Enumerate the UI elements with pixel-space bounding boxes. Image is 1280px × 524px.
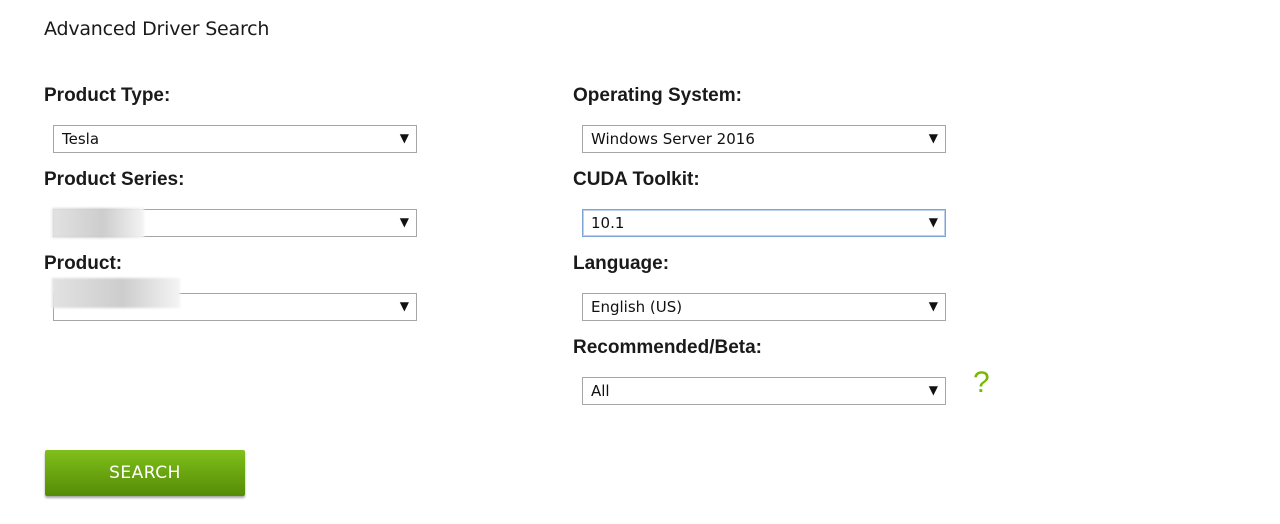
operating-system-select[interactable]: Windows Server 2016 ▼	[582, 125, 946, 153]
product-type-label: Product Type:	[44, 85, 171, 106]
product-type-select[interactable]: Tesla ▼	[53, 125, 417, 153]
chevron-down-icon: ▼	[399, 215, 409, 229]
cuda-toolkit-label: CUDA Toolkit:	[573, 169, 700, 190]
cuda-toolkit-value: 10.1	[591, 214, 625, 232]
chevron-down-icon: ▼	[399, 299, 409, 313]
product-series-select[interactable]: ▼	[52, 208, 417, 238]
language-select[interactable]: English (US) ▼	[582, 293, 946, 321]
chevron-down-icon: ▼	[928, 383, 938, 397]
chevron-down-icon: ▼	[399, 131, 409, 145]
language-label: Language:	[573, 253, 670, 274]
language-value: English (US)	[591, 298, 683, 316]
recommended-beta-select[interactable]: All ▼	[582, 377, 946, 405]
product-label: Product:	[44, 253, 123, 274]
cuda-toolkit-select[interactable]: 10.1 ▼	[582, 209, 946, 237]
question-mark-icon[interactable]: ?	[973, 366, 990, 400]
search-button-label: SEARCH	[109, 463, 181, 483]
product-type-value: Tesla	[62, 130, 100, 148]
chevron-down-icon: ▼	[928, 131, 938, 145]
redacted-value-overlay	[52, 278, 180, 308]
redacted-value-overlay	[52, 208, 144, 238]
page-title: Advanced Driver Search	[44, 18, 270, 40]
product-select[interactable]: ▼	[52, 278, 417, 321]
chevron-down-icon: ▼	[928, 299, 938, 313]
chevron-down-icon: ▼	[928, 215, 938, 229]
product-series-label: Product Series:	[44, 169, 185, 190]
operating-system-label: Operating System:	[573, 85, 742, 106]
operating-system-value: Windows Server 2016	[591, 130, 755, 148]
recommended-beta-value: All	[591, 382, 610, 400]
recommended-beta-label: Recommended/Beta:	[573, 337, 762, 358]
search-button[interactable]: SEARCH	[45, 450, 245, 496]
